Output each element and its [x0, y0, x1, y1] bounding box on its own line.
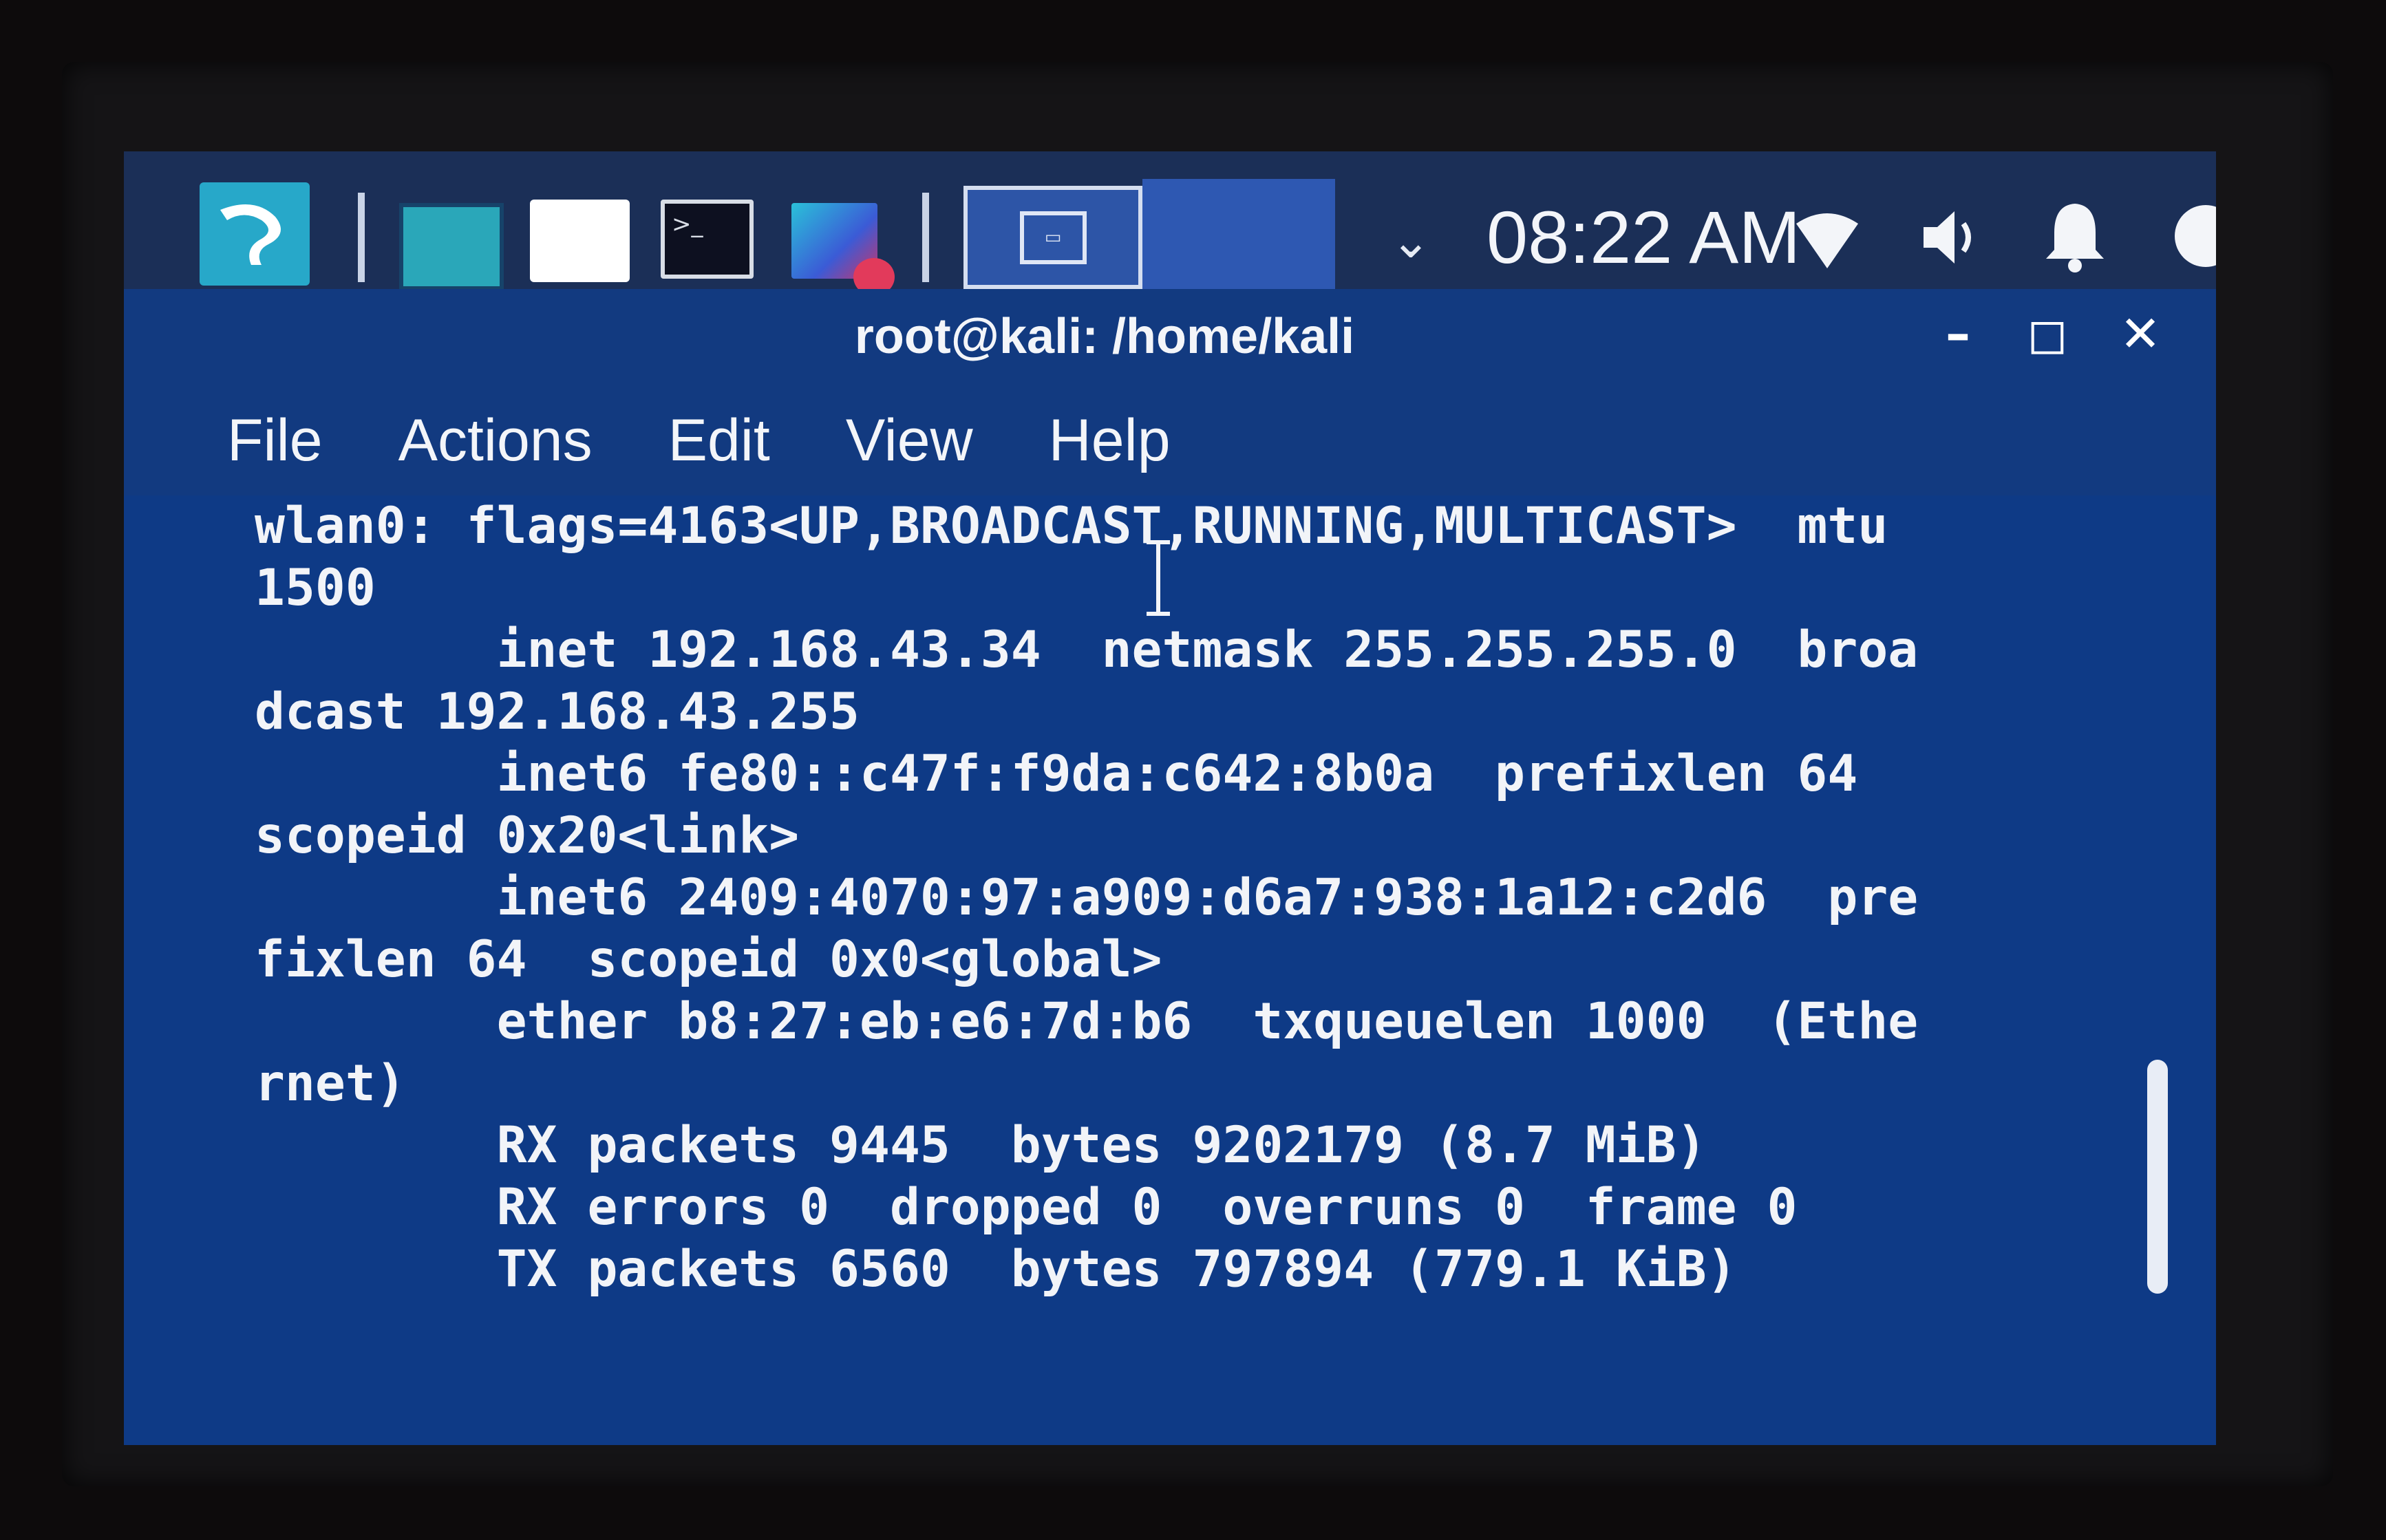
scrollbar-thumb[interactable]	[2147, 1060, 2168, 1294]
show-desktop-icon[interactable]	[399, 203, 504, 290]
chevron-down-icon[interactable]: ⌄	[1383, 213, 1438, 269]
file-manager-icon[interactable]	[530, 200, 630, 282]
power-icon[interactable]	[2161, 196, 2216, 275]
menu-edit[interactable]: Edit	[668, 407, 770, 475]
terminal-icon[interactable]: >_	[661, 200, 754, 279]
window-titlebar[interactable]: root@kali: /home/kali – ◻ ✕	[124, 289, 2216, 378]
menu-file[interactable]: File	[227, 407, 323, 475]
menu-view[interactable]: View	[846, 407, 973, 475]
volume-icon[interactable]	[1913, 200, 1989, 275]
terminal-output[interactable]: wlan0: flags=4163<UP,BROADCAST,RUNNING,M…	[255, 495, 2099, 1301]
taskbar-separator	[358, 193, 365, 282]
notification-bell-icon[interactable]	[2037, 196, 2113, 275]
taskbar: >_ ▭ ⌄ 08:22 AM	[124, 151, 2216, 296]
kali-dragon-icon	[220, 204, 281, 265]
terminal-prompt-glyph: >_	[672, 211, 703, 238]
terminal-window: root@kali: /home/kali – ◻ ✕ File Actions…	[124, 289, 2216, 1445]
minimize-button[interactable]: –	[1927, 303, 1989, 365]
window-title: root@kali: /home/kali	[854, 309, 1355, 364]
clock[interactable]: 08:22 AM	[1487, 193, 1800, 282]
terminal-output-area[interactable]: wlan0: flags=4163<UP,BROADCAST,RUNNING,M…	[124, 495, 2216, 1445]
kali-menu-icon[interactable]	[200, 182, 310, 286]
power-glyph	[2175, 204, 2216, 267]
taskbar-window-slot[interactable]	[1142, 179, 1335, 289]
maximize-button[interactable]: ◻	[2016, 303, 2078, 365]
speaker-glyph	[1924, 211, 1971, 264]
menu-actions[interactable]: Actions	[398, 407, 593, 475]
menu-bar: File Actions Edit View Help	[227, 399, 1171, 482]
menu-help[interactable]: Help	[1049, 407, 1171, 475]
wifi-icon[interactable]	[1789, 206, 1865, 275]
taskbar-separator	[922, 193, 929, 282]
wifi-glyph	[1796, 213, 1858, 268]
window-icon: ▭	[1019, 211, 1087, 264]
screen: >_ ▭ ⌄ 08:22 AM root@kali: /home/kali – …	[124, 151, 2216, 1445]
bell-glyph	[2046, 203, 2104, 272]
text-cursor-icon	[1147, 540, 1170, 616]
close-button[interactable]: ✕	[2109, 303, 2171, 365]
taskbar-window-button[interactable]: ▭	[963, 186, 1142, 289]
